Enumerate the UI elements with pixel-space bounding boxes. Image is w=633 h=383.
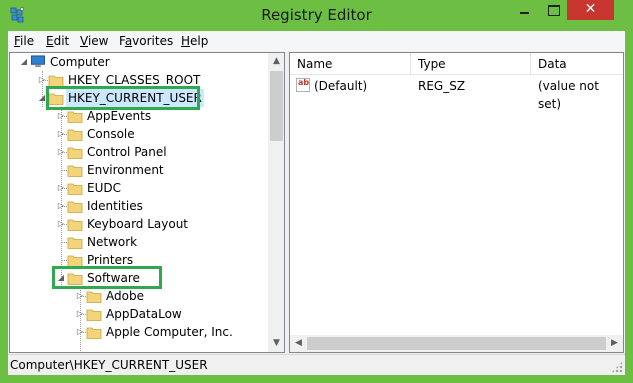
collapsed-arrow-icon[interactable]: ▷ bbox=[56, 125, 66, 143]
list-horizontal-scrollbar[interactable]: ◀ ▶ bbox=[290, 335, 623, 352]
folder-icon bbox=[67, 183, 83, 195]
folder-icon bbox=[67, 111, 83, 123]
collapsed-arrow-icon[interactable]: ▷ bbox=[56, 197, 66, 215]
tree-item-environment[interactable]: Environment bbox=[10, 161, 268, 179]
folder-icon bbox=[86, 291, 102, 303]
menu-view[interactable]: View bbox=[80, 34, 108, 48]
string-value-icon: ab bbox=[296, 78, 310, 92]
tree-label: Network bbox=[87, 235, 138, 249]
folder-icon bbox=[67, 219, 83, 231]
tree-label: Console bbox=[87, 127, 135, 141]
minimize-button[interactable] bbox=[510, 0, 539, 20]
close-button[interactable]: ✕ bbox=[567, 0, 614, 20]
value-name: (Default) bbox=[314, 79, 368, 93]
tree-label: Adobe bbox=[106, 289, 144, 303]
collapsed-arrow-icon[interactable]: ▷ bbox=[56, 215, 66, 233]
tree-item-identities[interactable]: ▷ Identities bbox=[10, 197, 268, 215]
tree-label: Environment bbox=[87, 163, 164, 177]
folder-icon bbox=[67, 147, 83, 159]
status-path: Computer\HKEY_CURRENT_USER bbox=[10, 358, 208, 372]
scroll-up-arrow-icon[interactable]: ▲ bbox=[268, 53, 284, 70]
tree-item-apple-computer[interactable]: ▷ Apple Computer, Inc. bbox=[10, 323, 268, 341]
tree-item-appdatalow[interactable]: ▷ AppDataLow bbox=[10, 305, 268, 323]
menu-favorites[interactable]: Favorites bbox=[119, 34, 173, 48]
tree-label: Keyboard Layout bbox=[87, 217, 189, 231]
list-item-default-value[interactable]: ab (Default) REG_SZ (value not set) bbox=[290, 77, 623, 111]
client-area: File Edit View Favorites Help ◢ Computer bbox=[8, 31, 625, 375]
close-icon: ✕ bbox=[584, 1, 597, 17]
registry-key-tree[interactable]: ◢ Computer ▷ HKEY_CLASSES_ROOT ◢ HKEY_CU… bbox=[9, 52, 285, 353]
registry-values-list[interactable]: Name Type Data ab (Default) REG_SZ (valu… bbox=[289, 52, 624, 353]
tree-vertical-scrollbar[interactable]: ▲ ▼ bbox=[268, 53, 284, 352]
menu-help[interactable]: Help bbox=[181, 34, 208, 48]
tree-label: Identities bbox=[87, 199, 143, 213]
collapsed-arrow-icon[interactable]: ▷ bbox=[56, 143, 66, 161]
value-type: REG_SZ bbox=[418, 79, 466, 93]
tree-label: Computer bbox=[50, 55, 110, 69]
column-header-data[interactable]: Data bbox=[531, 53, 623, 75]
tree-item-control-panel[interactable]: ▷ Control Panel bbox=[10, 143, 268, 161]
resize-grip-icon[interactable] bbox=[611, 361, 623, 373]
computer-icon bbox=[31, 55, 45, 68]
tree-item-console[interactable]: ▷ Console bbox=[10, 125, 268, 143]
scroll-thumb[interactable] bbox=[307, 337, 606, 350]
tree-label: Apple Computer, Inc. bbox=[106, 325, 233, 339]
menu-file[interactable]: File bbox=[14, 34, 34, 48]
folder-icon bbox=[67, 237, 83, 249]
collapsed-arrow-icon[interactable]: ▷ bbox=[75, 305, 85, 323]
column-header-type[interactable]: Type bbox=[411, 53, 531, 75]
collapsed-arrow-icon[interactable]: ▷ bbox=[75, 323, 85, 341]
tree-label: AppDataLow bbox=[106, 307, 182, 321]
folder-icon bbox=[67, 201, 83, 213]
maximize-button[interactable] bbox=[540, 0, 567, 20]
menu-edit[interactable]: Edit bbox=[46, 34, 69, 48]
menu-bar: File Edit View Favorites Help bbox=[8, 31, 625, 51]
column-header-name[interactable]: Name bbox=[290, 53, 411, 75]
scroll-right-arrow-icon[interactable]: ▶ bbox=[606, 335, 623, 352]
tree-item-keyboard-layout[interactable]: ▷ Keyboard Layout bbox=[10, 215, 268, 233]
collapsed-arrow-icon[interactable]: ▷ bbox=[56, 179, 66, 197]
collapsed-arrow-icon[interactable]: ▷ bbox=[75, 287, 85, 305]
tree-item-network[interactable]: Network bbox=[10, 233, 268, 251]
tree-label: AppEvents bbox=[87, 109, 152, 123]
title-bar[interactable]: Registry Editor ✕ bbox=[0, 0, 633, 31]
scroll-left-arrow-icon[interactable]: ◀ bbox=[290, 335, 307, 352]
tree-label: EUDC bbox=[87, 181, 121, 195]
scroll-thumb[interactable] bbox=[270, 71, 283, 141]
expanded-arrow-icon[interactable]: ◢ bbox=[19, 53, 29, 71]
folder-icon bbox=[86, 327, 102, 339]
tree-item-adobe[interactable]: ▷ Adobe bbox=[10, 287, 268, 305]
registry-editor-window: Registry Editor ✕ File Edit View Favorit… bbox=[0, 0, 633, 383]
status-bar: Computer\HKEY_CURRENT_USER bbox=[8, 354, 625, 375]
collapsed-arrow-icon[interactable]: ▷ bbox=[56, 107, 66, 125]
tree-item-appevents[interactable]: ▷ AppEvents bbox=[10, 107, 268, 125]
tree-item-eudc[interactable]: ▷ EUDC bbox=[10, 179, 268, 197]
folder-icon bbox=[67, 129, 83, 141]
scroll-down-arrow-icon[interactable]: ▼ bbox=[268, 335, 284, 352]
folder-icon bbox=[67, 165, 83, 177]
tree-label: Control Panel bbox=[87, 145, 167, 159]
tree-item-computer[interactable]: ◢ Computer bbox=[10, 53, 268, 71]
folder-icon bbox=[86, 309, 102, 321]
value-data: (value not set) bbox=[538, 79, 599, 111]
green-highlight-box-software bbox=[52, 266, 162, 289]
